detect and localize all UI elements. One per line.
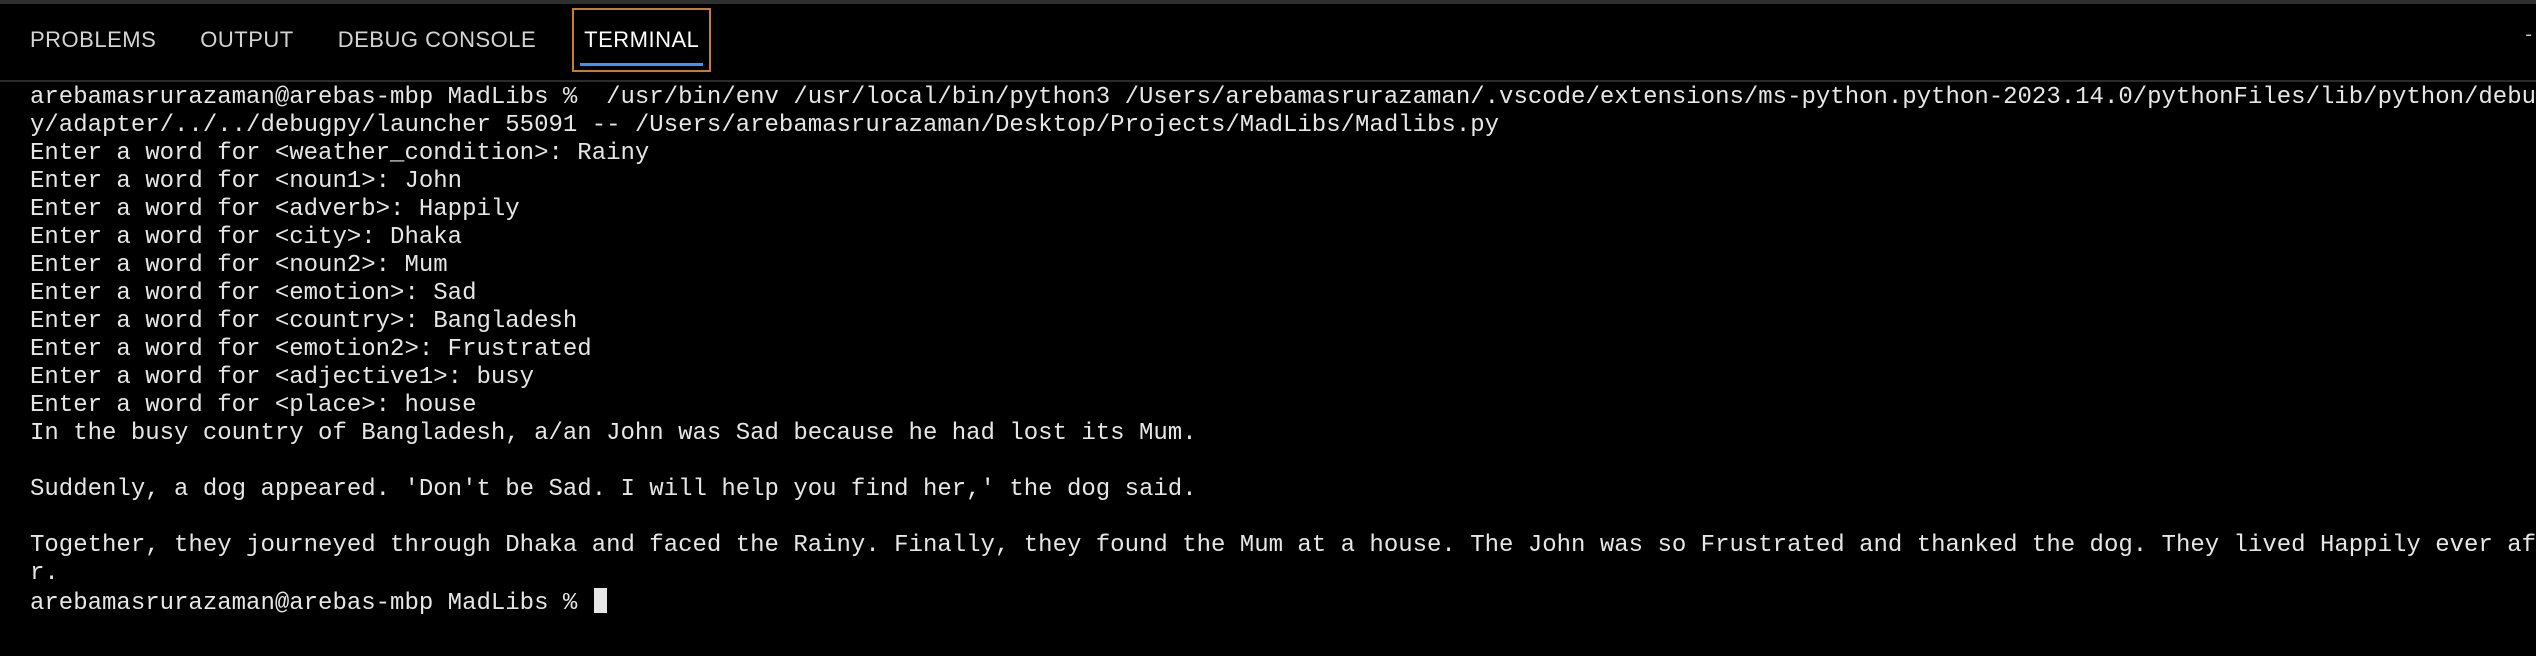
- terminal-prompt-line[interactable]: arebamasrurazaman@arebas-mbp MadLibs %: [30, 588, 2510, 617]
- terminal-line: r.: [30, 560, 59, 587]
- terminal-prompt: arebamasrurazaman@arebas-mbp MadLibs %: [30, 590, 592, 617]
- terminal-line: Suddenly, a dog appeared. 'Don't be Sad.…: [30, 476, 1197, 503]
- terminal-line: Enter a word for <adjective1>: busy: [30, 364, 535, 391]
- active-tab-indicator: [580, 63, 704, 66]
- panel-corner-glyph: -: [2523, 26, 2534, 46]
- terminal-line: Enter a word for <adverb>: Happily: [30, 196, 520, 223]
- panel-header: PROBLEMS OUTPUT DEBUG CONSOLE TERMINAL -: [0, 4, 2536, 80]
- terminal-line: Enter a word for <country>: Bangladesh: [30, 308, 578, 335]
- terminal-cursor: [593, 588, 607, 613]
- tab-terminal-label: TERMINAL: [584, 27, 700, 52]
- tab-problems-label: PROBLEMS: [30, 27, 157, 52]
- tab-problems[interactable]: PROBLEMS: [8, 8, 178, 72]
- tab-debug-console-label: DEBUG CONSOLE: [337, 27, 537, 52]
- terminal-line: Enter a word for <noun2>: Mum: [30, 252, 448, 279]
- tab-output[interactable]: OUTPUT: [178, 8, 315, 72]
- terminal-line: y/adapter/../../debugpy/launcher 55091 -…: [30, 112, 1500, 139]
- terminal-output[interactable]: arebamasrurazaman@arebas-mbp MadLibs % /…: [30, 84, 2536, 644]
- panel-divider: [0, 80, 2536, 82]
- terminal-line: Enter a word for <noun1>: John: [30, 168, 463, 195]
- terminal-line: In the busy country of Bangladesh, a/an …: [30, 420, 1197, 447]
- terminal-line: Together, they journeyed through Dhaka a…: [30, 532, 2536, 559]
- terminal-line: Enter a word for <weather_condition>: Ra…: [30, 140, 650, 167]
- panel-tabs: PROBLEMS OUTPUT DEBUG CONSOLE TERMINAL: [8, 8, 712, 72]
- terminal-line: Enter a word for <city>: Dhaka: [30, 224, 463, 251]
- tab-output-label: OUTPUT: [200, 27, 294, 52]
- tab-terminal[interactable]: TERMINAL: [572, 8, 712, 72]
- terminal-line: Enter a word for <emotion2>: Frustrated: [30, 336, 592, 363]
- tab-debug-console[interactable]: DEBUG CONSOLE: [316, 8, 558, 72]
- terminal-line: Enter a word for <emotion>: Sad: [30, 280, 477, 307]
- terminal-line: arebamasrurazaman@arebas-mbp MadLibs % /…: [30, 84, 2536, 111]
- terminal-line: Enter a word for <place>: house: [30, 392, 477, 419]
